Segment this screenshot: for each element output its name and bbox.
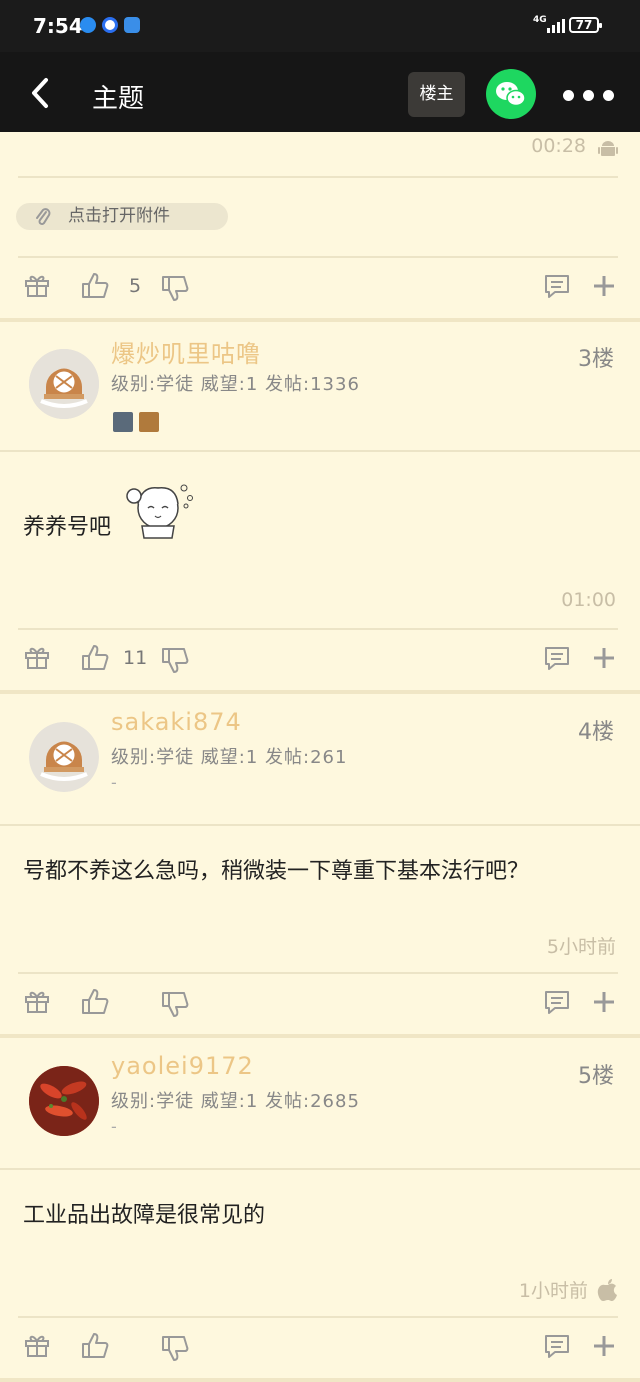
divider	[18, 176, 618, 178]
wechat-share-button[interactable]	[486, 69, 536, 119]
avatar-image	[29, 722, 99, 792]
username[interactable]: sakaki874	[111, 708, 242, 736]
post-time: 5小时前	[546, 936, 616, 958]
post-content: 工业品出故障是很常见的	[23, 1203, 266, 1228]
avatar[interactable]	[29, 722, 99, 792]
floor-number: 4楼	[578, 720, 614, 745]
like-count: 11	[123, 647, 148, 669]
avatar-image	[29, 1066, 99, 1136]
user-signature: -	[111, 773, 117, 792]
reply-icon[interactable]	[543, 989, 571, 1015]
thumbs-up-icon[interactable]	[80, 987, 110, 1017]
plus-icon[interactable]	[592, 646, 616, 670]
post-time: 1小时前	[518, 1280, 588, 1302]
apple-icon	[597, 1279, 617, 1301]
thumbs-down-icon[interactable]	[160, 1333, 190, 1363]
avatar[interactable]	[29, 1066, 99, 1136]
louzhu-filter-button[interactable]: 楼主	[408, 72, 465, 117]
thumbs-up-icon[interactable]	[80, 271, 110, 301]
status-bar: 7:54 4G 77	[0, 0, 640, 52]
avatar[interactable]	[29, 349, 99, 419]
chat-app-icon	[80, 17, 96, 33]
gift-icon[interactable]	[24, 644, 50, 670]
divider	[0, 1168, 640, 1170]
notification-icons	[80, 17, 140, 33]
post-separator	[0, 318, 640, 322]
page-title: 主题	[92, 84, 145, 114]
user-stats: 级别:学徒 威望:1 发帖:2685	[111, 1091, 360, 1112]
signal-icon	[547, 17, 565, 33]
post-content: 养养号吧	[23, 515, 112, 540]
avatar-image	[29, 349, 99, 419]
status-time: 7:54	[33, 14, 83, 38]
browser-app-icon	[102, 17, 118, 33]
thumbs-up-icon[interactable]	[80, 643, 110, 673]
battery-icon: 77	[569, 17, 602, 33]
post-action-bar	[0, 973, 640, 1033]
wechat-icon	[496, 82, 526, 107]
android-icon	[598, 141, 618, 156]
post-separator	[0, 1378, 640, 1382]
gift-icon[interactable]	[24, 988, 50, 1014]
open-attachment-button[interactable]: 点击打开附件	[16, 203, 228, 230]
reply-icon[interactable]	[543, 1333, 571, 1359]
plus-icon[interactable]	[592, 274, 616, 298]
user-stats: 级别:学徒 威望:1 发帖:1336	[111, 374, 360, 395]
post-content: 号都不养这么急吗，稍微装一下尊重下基本法行吧？	[23, 859, 530, 884]
user-signature: -	[111, 1117, 117, 1136]
thumbs-up-icon[interactable]	[80, 1331, 110, 1361]
reply-icon[interactable]	[543, 273, 571, 299]
medal-badge	[139, 412, 159, 432]
back-arrow-icon[interactable]	[26, 76, 56, 110]
post-action-bar: 5	[0, 257, 640, 317]
plus-icon[interactable]	[592, 1334, 616, 1358]
floor-number: 3楼	[578, 347, 614, 372]
post-action-bar: 11	[0, 629, 640, 689]
more-options-button[interactable]	[563, 90, 614, 101]
like-count: 5	[129, 275, 142, 297]
sticker-image	[126, 484, 193, 539]
network-indicator: 4G	[533, 15, 547, 25]
plus-icon[interactable]	[592, 990, 616, 1014]
thumbs-down-icon[interactable]	[160, 273, 190, 303]
thumbs-down-icon[interactable]	[160, 989, 190, 1019]
username[interactable]: 爆炒叽里咕噜	[111, 334, 261, 369]
username[interactable]: yaolei9172	[111, 1052, 254, 1080]
grid-app-icon	[124, 17, 140, 33]
post-time: 00:28	[531, 135, 586, 157]
thumbs-down-icon[interactable]	[160, 645, 190, 675]
divider	[0, 450, 640, 452]
post-separator	[0, 1034, 640, 1038]
gift-icon[interactable]	[24, 1332, 50, 1358]
medal-badge	[113, 412, 133, 432]
post-action-bar	[0, 1317, 640, 1377]
paperclip-icon	[36, 208, 51, 225]
divider	[0, 824, 640, 826]
attachment-label: 点击打开附件	[68, 206, 170, 226]
gift-icon[interactable]	[24, 272, 50, 298]
floor-number: 5楼	[578, 1064, 614, 1089]
top-nav-bar: 主题 楼主	[0, 52, 640, 132]
post-separator	[0, 690, 640, 694]
user-stats: 级别:学徒 威望:1 发帖:261	[111, 747, 348, 768]
reply-icon[interactable]	[543, 645, 571, 671]
post-time: 01:00	[561, 589, 616, 611]
